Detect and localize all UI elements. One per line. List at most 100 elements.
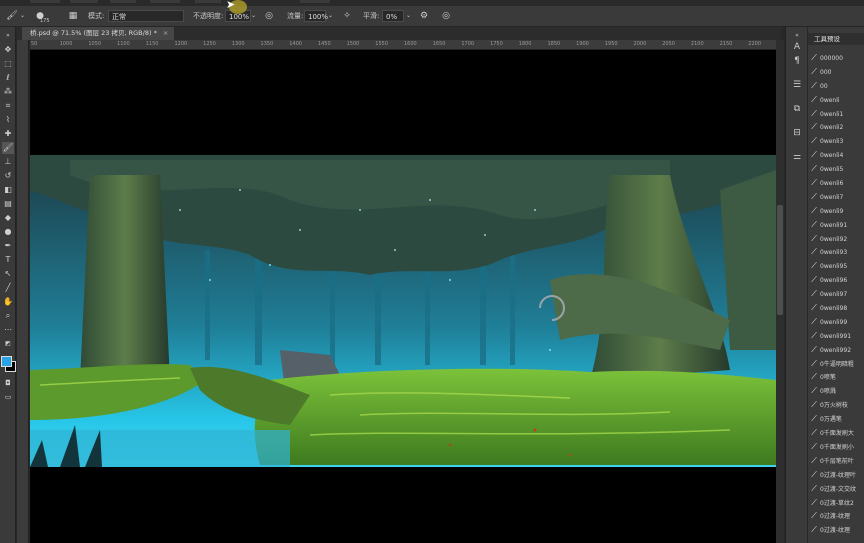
pressure-opacity-icon[interactable]: ◎	[263, 10, 275, 22]
opacity-dropdown-icon[interactable]: ⌄	[251, 10, 256, 22]
default-colors-icon[interactable]: ◩	[2, 338, 14, 350]
ruler-tick-label: 1550	[375, 41, 389, 47]
blur-tool-icon[interactable]: ◆	[2, 212, 14, 224]
mouse-cursor-icon: ➤	[226, 0, 236, 11]
more-tools-icon[interactable]: ⋯	[2, 324, 14, 336]
smoothing-dropdown-icon[interactable]: ⌄	[406, 10, 411, 22]
lasso-tool-icon[interactable]: ℓ	[2, 72, 14, 84]
preset-item[interactable]: ⟋ 0万火树枝	[808, 398, 864, 412]
preset-item[interactable]: ⟋ 000	[808, 65, 864, 79]
line-tool-icon[interactable]: ╱	[2, 282, 14, 294]
preset-item[interactable]: ⟋ 0牛逼明暗粗	[808, 357, 864, 371]
clone-stamp-tool-icon[interactable]: ⊥	[2, 156, 14, 168]
character-panel-icon[interactable]: A	[790, 41, 804, 54]
preset-list: ⟋ 000000 ⟋ 000 ⟋ 00 ⟋ 0wenli ⟋ 0wenli1 ⟋ 0wenli2 ⟋ 0w…	[808, 51, 864, 537]
preset-item[interactable]: ⟋ 0千层笔前叶	[808, 454, 864, 468]
move-tool-icon[interactable]: ✥	[2, 44, 14, 56]
pen-tool-icon[interactable]: ✒	[2, 240, 14, 252]
type-tool-icon[interactable]: T	[2, 254, 14, 266]
options-bar: 🖌 ⌄ ● 175 ▦ 模式: 正常 不透明度: 100% ⌄ ◎ 流量: 10…	[0, 6, 864, 27]
healing-brush-tool-icon[interactable]: ✚	[2, 128, 14, 140]
collapse-toolbar-icon[interactable]: »	[2, 30, 14, 42]
preset-item[interactable]: ⟋ 0过渡-纹理	[808, 523, 864, 537]
magic-wand-tool-icon[interactable]: ⁂	[2, 86, 14, 98]
preset-item[interactable]: ⟋ 0千面发刷小	[808, 440, 864, 454]
horizontal-ruler[interactable]: 50 1000 1050 1100 1150 1200 1250 1300 1350 1400 14…	[30, 40, 776, 50]
vertical-scrollbar[interactable]	[776, 40, 784, 543]
ruler-tick-label: 1200	[174, 41, 188, 47]
preset-item[interactable]: ⟋ 0wenli9	[808, 204, 864, 218]
brush-tool-icon[interactable]: 🖌	[2, 142, 14, 154]
crop-tool-icon[interactable]: ⌗	[2, 100, 14, 112]
adjustments-panel-icon[interactable]: ⚌	[790, 151, 804, 164]
foreground-color-swatch[interactable]	[1, 356, 12, 367]
preset-item[interactable]: ⟋ 0wenli	[808, 93, 864, 107]
preset-item[interactable]: ⟋ 00	[808, 79, 864, 93]
pressure-size-icon[interactable]: ◎	[440, 10, 452, 22]
preset-item[interactable]: ⟋ 0万遇笔	[808, 412, 864, 426]
brush-preset-icon: ⟋	[811, 414, 817, 424]
flow-input[interactable]: 100%	[304, 10, 328, 22]
preset-item[interactable]: ⟋ 0wenli92	[808, 232, 864, 246]
preset-item[interactable]: ⟋ 0wenli96	[808, 273, 864, 287]
preset-item[interactable]: ⟋ 0wenli93	[808, 245, 864, 259]
preset-item[interactable]: ⟋ 0过渡-文交纹	[808, 482, 864, 496]
preset-item-label: 0千层笔前叶	[820, 457, 854, 465]
preset-item[interactable]: ⟋ 0过渡-草纹2	[808, 496, 864, 510]
preset-item[interactable]: ⟋ 0wenli1	[808, 107, 864, 121]
preset-item[interactable]: ⟋ 000000	[808, 51, 864, 65]
preset-item[interactable]: ⟋ 0wenli991	[808, 329, 864, 343]
panel-tab[interactable]: 工具预设	[808, 33, 864, 45]
dodge-tool-icon[interactable]: ●	[2, 226, 14, 238]
airbrush-icon[interactable]: ✧	[341, 10, 353, 22]
gradient-tool-icon[interactable]: ▤	[2, 198, 14, 210]
quick-mask-icon[interactable]: ◘	[2, 377, 14, 389]
close-icon[interactable]: ×	[163, 29, 168, 37]
preset-item[interactable]: ⟋ 0过渡-纹理	[808, 509, 864, 523]
preset-item[interactable]: ⟋ 0wenli6	[808, 176, 864, 190]
clone-source-panel-icon[interactable]: ⧉	[790, 103, 804, 116]
brush-settings-icon[interactable]: ▦	[67, 10, 79, 22]
preset-item[interactable]: ⟋ 0wenli99	[808, 315, 864, 329]
preset-item[interactable]: ⟋ 0wenli97	[808, 287, 864, 301]
eraser-tool-icon[interactable]: ◧	[2, 184, 14, 196]
preset-item[interactable]: ⟋ 0wenli3	[808, 134, 864, 148]
flow-dropdown-icon[interactable]: ⌄	[328, 10, 333, 22]
preset-item[interactable]: ⟋ 0wenli2	[808, 120, 864, 134]
chevron-down-icon[interactable]: ⌄	[20, 10, 25, 22]
preset-item[interactable]: ⟋ 0千面发刷大	[808, 426, 864, 440]
brush-preset-icon: ⟋	[811, 66, 817, 76]
document-tab[interactable]: 桥.psd @ 71.5% (图层 23 拷贝, RGB/8) * ×	[22, 27, 175, 40]
preset-item-label: 0wenli91	[820, 221, 848, 229]
brush-settings-panel-icon[interactable]: ☰	[790, 79, 804, 92]
brush-tool-preset-icon[interactable]: 🖌	[6, 10, 18, 22]
canvas-area[interactable]	[30, 50, 776, 543]
brush-preset-icon: ⟋	[811, 372, 817, 382]
paragraph-panel-icon[interactable]: ¶	[790, 55, 804, 68]
preset-item[interactable]: ⟋ 0过渡-纹理叶	[808, 468, 864, 482]
screen-mode-icon[interactable]: ▭	[2, 391, 14, 403]
marquee-tool-icon[interactable]: ⬚	[2, 58, 14, 70]
history-brush-tool-icon[interactable]: ↺	[2, 170, 14, 182]
preset-item[interactable]: ⟋ 0wenli98	[808, 301, 864, 315]
eyedropper-tool-icon[interactable]: ⌇	[2, 114, 14, 126]
mode-select[interactable]: 正常	[108, 10, 184, 22]
zoom-tool-icon[interactable]: ⌕	[2, 310, 14, 322]
gear-icon[interactable]: ⚙	[418, 10, 430, 22]
smoothing-input[interactable]: 0%	[382, 10, 404, 22]
hand-tool-icon[interactable]: ✋	[2, 296, 14, 308]
path-selection-tool-icon[interactable]: ↖	[2, 268, 14, 280]
preset-item[interactable]: ⟋ 0喷溅	[808, 384, 864, 398]
brush-preset-icon: ⟋	[811, 344, 817, 354]
preset-item[interactable]: ⟋ 0喷笔	[808, 370, 864, 384]
preset-item-label: 0wenli95	[820, 263, 848, 271]
vertical-ruler[interactable]	[17, 40, 29, 543]
preset-item[interactable]: ⟋ 0wenli7	[808, 190, 864, 204]
preset-item[interactable]: ⟋ 0wenli4	[808, 148, 864, 162]
preset-item[interactable]: ⟋ 0wenli91	[808, 218, 864, 232]
preset-item[interactable]: ⟋ 0wenli5	[808, 162, 864, 176]
tool-presets-panel-icon[interactable]: ⊟	[790, 127, 804, 140]
preset-item[interactable]: ⟋ 0wenli95	[808, 259, 864, 273]
scrollbar-thumb[interactable]	[777, 205, 783, 315]
preset-item[interactable]: ⟋ 0wenli992	[808, 343, 864, 357]
